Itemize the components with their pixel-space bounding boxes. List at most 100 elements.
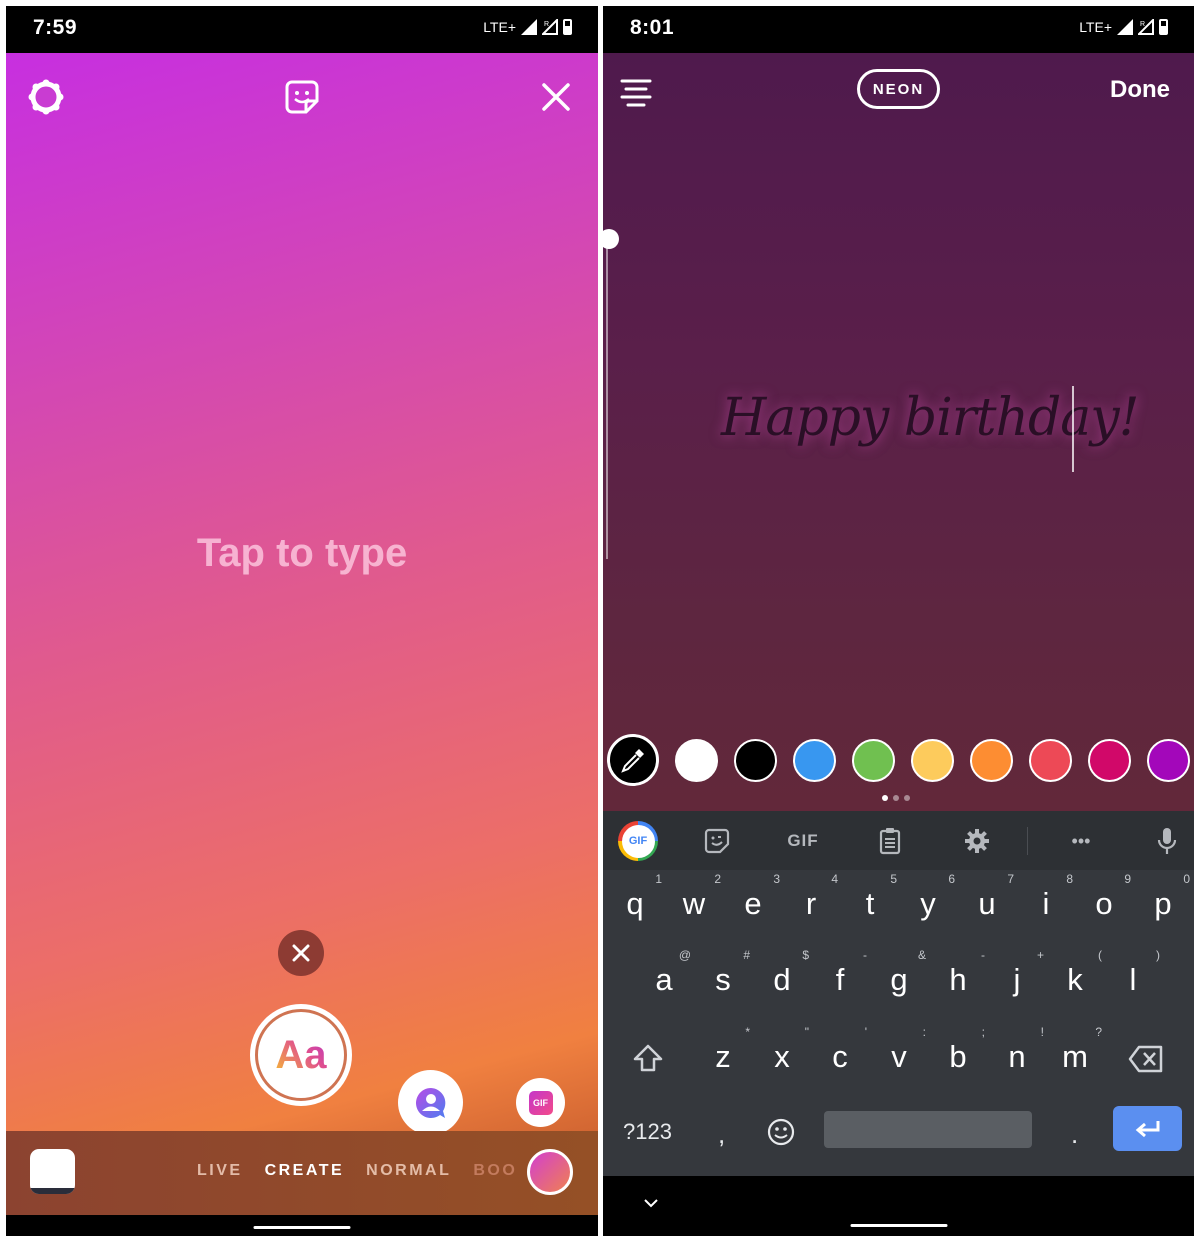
- key-c[interactable]: c ': [815, 1025, 867, 1075]
- key-hint: ": [804, 1025, 809, 1039]
- key-q[interactable]: q1: [610, 872, 662, 922]
- emoji-key[interactable]: [766, 1117, 796, 1152]
- color-swatch-yellow[interactable]: [911, 738, 954, 782]
- key-s[interactable]: s #: [698, 948, 750, 998]
- color-swatch-red[interactable]: [1029, 738, 1072, 782]
- sticker-icon[interactable]: [697, 821, 737, 861]
- key-d[interactable]: d $: [757, 948, 809, 998]
- done-button[interactable]: Done: [1110, 76, 1170, 104]
- key-letter: b: [949, 1039, 967, 1074]
- background-color-button[interactable]: [527, 1149, 573, 1195]
- eyedropper-button[interactable]: [607, 734, 659, 786]
- svg-text:R: R: [1140, 21, 1145, 28]
- key-o[interactable]: o9: [1079, 872, 1131, 922]
- color-swatch-orange[interactable]: [970, 738, 1013, 782]
- mode-normal[interactable]: NORMAL: [366, 1162, 451, 1180]
- sticker-icon[interactable]: [280, 75, 324, 119]
- key-hint: 0: [1183, 872, 1190, 886]
- key-u[interactable]: u7: [962, 872, 1014, 922]
- key-letter: e: [744, 886, 762, 921]
- battery-icon: [563, 19, 572, 35]
- key-b[interactable]: b;: [933, 1025, 985, 1075]
- dismiss-tools-button[interactable]: [278, 930, 324, 976]
- home-handle[interactable]: [850, 1224, 947, 1227]
- gif-label: GIF: [528, 1090, 553, 1115]
- color-swatch-purple[interactable]: [1147, 738, 1190, 782]
- shift-icon: [633, 1044, 663, 1072]
- key-letter: j: [1013, 962, 1021, 997]
- backspace-key[interactable]: [1128, 1045, 1164, 1078]
- key-hint: 3: [773, 872, 780, 886]
- text-canvas[interactable]: NEON Done Happy birthday!: [603, 53, 1194, 811]
- key-j[interactable]: j +: [992, 948, 1044, 998]
- gallery-thumbnail-button[interactable]: [30, 1149, 75, 1194]
- page-dot: [904, 795, 910, 801]
- key-i[interactable]: i8: [1021, 872, 1073, 922]
- color-swatch-green[interactable]: [852, 738, 895, 782]
- mode-boomerang[interactable]: BOO: [473, 1162, 517, 1180]
- mention-tool-button[interactable]: [398, 1070, 463, 1135]
- home-handle[interactable]: [253, 1226, 351, 1229]
- key-z[interactable]: z *: [698, 1025, 750, 1075]
- period-key[interactable]: .: [1071, 1119, 1078, 1150]
- close-icon[interactable]: [534, 75, 578, 119]
- comma-key[interactable]: ,: [718, 1119, 725, 1150]
- key-v[interactable]: v:: [874, 1025, 926, 1075]
- key-g[interactable]: g &: [874, 948, 926, 998]
- gif-search-button[interactable]: GIF: [616, 821, 660, 861]
- color-swatch-magenta[interactable]: [1088, 738, 1131, 782]
- settings-icon[interactable]: [957, 821, 997, 861]
- mode-create[interactable]: CREATE: [265, 1162, 345, 1180]
- clipboard-icon[interactable]: [870, 821, 910, 861]
- close-icon: [292, 944, 310, 962]
- more-button[interactable]: •••: [1059, 821, 1103, 861]
- key-m[interactable]: m?: [1050, 1025, 1102, 1075]
- key-letter: r: [805, 886, 817, 921]
- color-swatch-blue[interactable]: [793, 738, 836, 782]
- key-e[interactable]: e3: [728, 872, 780, 922]
- symbols-key[interactable]: ?123: [623, 1119, 672, 1145]
- gif-search-label: GIF: [621, 824, 655, 858]
- text-size-slider-handle[interactable]: [603, 229, 619, 249]
- key-x[interactable]: x ": [757, 1025, 809, 1075]
- key-p[interactable]: p0: [1138, 872, 1190, 922]
- key-t[interactable]: t5: [845, 872, 897, 922]
- create-canvas[interactable]: Tap to type Aa GIF: [6, 53, 598, 1135]
- text-size-slider[interactable]: [606, 239, 608, 559]
- mention-avatar-icon: [415, 1087, 445, 1118]
- key-letter: g: [890, 962, 908, 997]
- key-a[interactable]: a @: [639, 948, 691, 998]
- status-icons: LTE+ R: [1079, 19, 1168, 35]
- key-r[interactable]: r4: [786, 872, 838, 922]
- status-bar: 8:01 LTE+ R: [603, 6, 1194, 53]
- palette-page-indicator: [882, 795, 910, 801]
- gif-button[interactable]: GIF: [781, 821, 825, 861]
- shift-key[interactable]: [632, 1043, 664, 1078]
- key-hint: +: [1036, 948, 1044, 962]
- color-swatch-white[interactable]: [675, 738, 718, 782]
- settings-gear-icon[interactable]: [24, 75, 68, 119]
- gif-tool-button[interactable]: GIF: [516, 1078, 565, 1127]
- text-align-icon[interactable]: [619, 77, 653, 107]
- key-k[interactable]: k(: [1050, 948, 1102, 998]
- key-h[interactable]: h-: [933, 948, 985, 998]
- hide-keyboard-chevron-down-icon[interactable]: [643, 1198, 659, 1208]
- color-palette: [607, 734, 1190, 786]
- key-w[interactable]: w2: [669, 872, 721, 922]
- enter-key[interactable]: [1113, 1106, 1182, 1151]
- text-tool-button[interactable]: Aa: [250, 1004, 352, 1106]
- key-l[interactable]: l): [1108, 948, 1160, 998]
- microphone-icon[interactable]: [1149, 821, 1185, 861]
- color-swatch-black[interactable]: [734, 738, 777, 782]
- mode-live[interactable]: LIVE: [197, 1162, 243, 1180]
- key-y[interactable]: y6: [903, 872, 955, 922]
- typed-text[interactable]: Happy birthday!: [721, 388, 1140, 448]
- key-n[interactable]: n!: [992, 1025, 1044, 1075]
- signal-icon: [1117, 19, 1133, 35]
- key-f[interactable]: f-: [815, 948, 867, 998]
- tap-to-type-placeholder[interactable]: Tap to type: [6, 531, 598, 576]
- key-hint: $: [802, 948, 809, 962]
- font-style-button[interactable]: NEON: [857, 69, 940, 109]
- space-key[interactable]: [824, 1111, 1032, 1148]
- key-letter: l: [1129, 962, 1137, 997]
